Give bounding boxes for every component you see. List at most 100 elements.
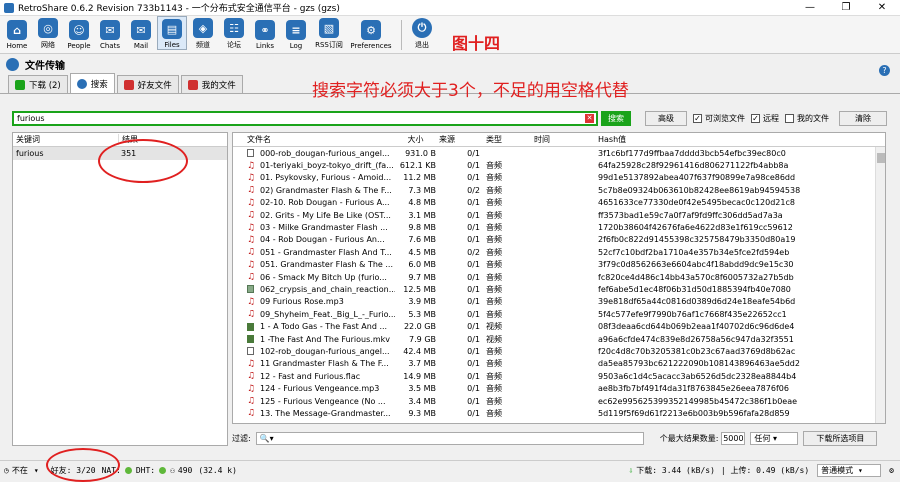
- toolbar-separator: [401, 20, 402, 50]
- cell-hash: 3f79c0d8562663e6604abc4f18abdd9dc9e15c30: [598, 260, 794, 270]
- table-row[interactable]: ♫ 13. The Message-Grandmaster... 9.3 MB 0/1…: [233, 407, 885, 419]
- toolbar-rss-button[interactable]: ▧ RSS订阅: [312, 16, 346, 50]
- minimize-button[interactable]: —: [792, 0, 828, 16]
- cell-size: 3.4 MB: [408, 396, 436, 406]
- settings-icon[interactable]: ⚙: [889, 466, 894, 475]
- cell-hash: 52cf7c10bdf2ba1710a4e357b34e5fce2fd594eb: [598, 247, 790, 257]
- close-button[interactable]: ✕: [864, 0, 900, 16]
- vertical-scrollbar[interactable]: [875, 147, 885, 423]
- table-row[interactable]: ♫ 09_Shyheim_Feat._Big_L_-_Furio... 5.3 MB…: [233, 308, 885, 320]
- tab-downloads[interactable]: 下载 (2): [8, 75, 68, 93]
- filter-input[interactable]: 🔍▾: [255, 431, 644, 445]
- table-row[interactable]: ♫ 01-teriyaki_boyz-tokyo_drift_(fa... 612.…: [233, 159, 885, 171]
- header-size[interactable]: 大小: [395, 134, 439, 145]
- toolbar-icon: ☷: [224, 18, 244, 38]
- download-selected-button[interactable]: 下载所选项目: [803, 430, 878, 446]
- toolbar--button[interactable]: ◎ 网络: [33, 16, 63, 50]
- maximize-button[interactable]: ❐: [828, 0, 864, 16]
- cell-type: 音频: [486, 408, 502, 418]
- cell-size: 22.0 GB: [403, 322, 436, 332]
- filename-text: 12 - Fast and Furious.flac: [260, 371, 361, 381]
- table-row[interactable]: ♫ 051. Grandmaster Flash & The ... 6.0 MB 0…: [233, 259, 885, 271]
- toolbar-mail-button[interactable]: ✉ Mail: [126, 16, 156, 50]
- chevron-down-icon[interactable]: ▾: [34, 466, 39, 475]
- toolbar--button[interactable]: ☷ 论坛: [219, 16, 249, 50]
- toolbar-home-button[interactable]: ⌂ Home: [2, 16, 32, 50]
- toolbar-log-button[interactable]: ≡ Log: [281, 16, 311, 50]
- toolbar-icon: ☺: [69, 20, 89, 40]
- header-filename[interactable]: 文件名: [233, 134, 395, 145]
- table-row[interactable]: ♫ 03 - Milke Grandmaster Flash ... 9.8 MB 0…: [233, 221, 885, 233]
- table-row[interactable]: ♫ 01. Psykovsky, Furious - Amoid... 11.2 M…: [233, 172, 885, 184]
- table-row[interactable]: ♫ 02. Grits - My Life Be Like (OST... 3.1 …: [233, 209, 885, 221]
- cell-filename: ♫ 02) Grandmaster Flash & The F...: [233, 186, 395, 195]
- presence-select[interactable]: 不在: [12, 465, 28, 476]
- toolbar-icon: ⚙: [361, 20, 381, 40]
- header-hash[interactable]: Hash值: [596, 134, 885, 145]
- toolbar-files-button[interactable]: ▤ Files: [157, 16, 187, 50]
- clear-input-icon[interactable]: ✕: [585, 113, 594, 123]
- cell-hash: fef6abe5d1ec48f06b31d50d1885394fb40e7080: [598, 284, 791, 294]
- filename-text: 1 - A Todo Gas - The Fast And ...: [260, 322, 388, 332]
- help-icon[interactable]: ?: [879, 65, 890, 76]
- table-row[interactable]: 000-rob_dougan-furious_angel... 931.0 B 0/…: [233, 147, 885, 159]
- table-row[interactable]: ♫ 051 - Grandmaster Flash And T... 4.5 MB 0…: [233, 246, 885, 258]
- myfiles-checkbox[interactable]: 我的文件: [785, 113, 829, 124]
- scroll-thumb[interactable]: [877, 153, 885, 163]
- table-row[interactable]: 1 -The Fast And The Furious.mkv 7.9 GB 0/1…: [233, 333, 885, 345]
- table-row[interactable]: 062_crypsis_and_chain_reaction... 12.5 MB…: [233, 283, 885, 295]
- tab-search[interactable]: 搜索: [69, 73, 115, 93]
- header-keyword[interactable]: 关键词: [13, 134, 119, 145]
- clear-button[interactable]: 清除: [839, 110, 887, 126]
- table-row[interactable]: ♫ 02-10. Rob Dougan - Furious A... 4.8 MB 0…: [233, 197, 885, 209]
- search-input[interactable]: furious ✕: [12, 110, 598, 126]
- header-time[interactable]: 时间: [534, 134, 596, 145]
- toolbar-links-button[interactable]: ⚭ Links: [250, 16, 280, 50]
- cell-filename: ♫ 09_Shyheim_Feat._Big_L_-_Furio...: [233, 310, 395, 319]
- download-icon: [15, 79, 25, 90]
- tab-friend-files[interactable]: 好友文件: [116, 75, 179, 93]
- music-note-icon: ♫: [247, 272, 256, 282]
- table-row[interactable]: ♫ 124 - Furious Vengeance.mp3 3.5 MB 0/1 音频 a…: [233, 382, 885, 394]
- cell-size: 3.5 MB: [408, 384, 436, 394]
- table-row[interactable]: ♫ 12 - Fast and Furious.flac 14.9 MB 0/1 音频 9…: [233, 370, 885, 382]
- quit-button[interactable]: ⏻ 退出: [407, 16, 437, 50]
- toolbar-chats-button[interactable]: ✉ Chats: [95, 16, 125, 50]
- filename-text: 125 - Furious Vengeance (No ...: [260, 396, 386, 406]
- advanced-button[interactable]: 高级: [645, 110, 687, 126]
- mode-select[interactable]: 普通模式 ▾: [817, 464, 882, 477]
- remote-checkbox[interactable]: ✓ 远程: [751, 113, 779, 124]
- table-row[interactable]: 102-rob_dougan-furious_angel... 42.4 MB 0/…: [233, 345, 885, 357]
- cell-size: 612.1 KB: [399, 161, 436, 171]
- power-icon: ⏻: [412, 18, 432, 38]
- cell-hash: ae8b3fb7bf491f4da31f8763845e26eea7876f06: [598, 384, 789, 394]
- table-row[interactable]: ♫ 125 - Furious Vengeance (No ... 3.4 MB 0/…: [233, 395, 885, 407]
- music-note-icon: ♫: [247, 396, 256, 406]
- table-row[interactable]: ♫ 04 - Rob Dougan - Furious An... 7.6 MB 0/…: [233, 234, 885, 246]
- toolbar-label: Links: [256, 42, 274, 50]
- browsable-checkbox[interactable]: ✓ 可浏览文件: [693, 113, 745, 124]
- max-results-input[interactable]: 5000: [721, 431, 746, 445]
- type-select[interactable]: 任何 ▾: [750, 431, 799, 445]
- cell-size: 9.8 MB: [408, 223, 436, 233]
- header-source[interactable]: 来源: [439, 134, 486, 145]
- cell-hash: 08f3deaa6cd644b069b2eaa1f40702d6c96d6de4: [598, 322, 795, 332]
- table-row[interactable]: ♫ 02) Grandmaster Flash & The F... 7.3 MB 0…: [233, 184, 885, 196]
- cell-source: 0/1: [467, 346, 480, 356]
- table-row[interactable]: ♫ 11 Grandmaster Flash & The F... 3.7 MB 0/…: [233, 358, 885, 370]
- tab-my-files[interactable]: 我的文件: [180, 75, 243, 93]
- search-button[interactable]: 搜索: [601, 110, 631, 126]
- table-row[interactable]: ♫ 09 Furious Rose.mp3 3.9 MB 0/1 音频 39e818df6…: [233, 296, 885, 308]
- toolbar--button[interactable]: ◈ 频道: [188, 16, 218, 50]
- table-row[interactable]: ♫ 06 - Smack My Bitch Up (furio... 9.7 MB 0…: [233, 271, 885, 283]
- music-note-icon: ♫: [247, 198, 256, 208]
- toolbar-preferences-button[interactable]: ⚙ Preferences: [347, 16, 395, 50]
- cell-filename: ♫ 03 - Milke Grandmaster Flash ...: [233, 223, 395, 232]
- music-note-icon: ♫: [247, 408, 256, 418]
- table-row[interactable]: 1 - A Todo Gas - The Fast And ... 22.0 GB…: [233, 320, 885, 332]
- quit-label: 退出: [415, 41, 429, 49]
- cell-size: 7.3 MB: [408, 185, 436, 195]
- toolbar-people-button[interactable]: ☺ People: [64, 16, 94, 50]
- music-note-icon: ♫: [247, 210, 256, 220]
- header-type[interactable]: 类型: [486, 134, 534, 145]
